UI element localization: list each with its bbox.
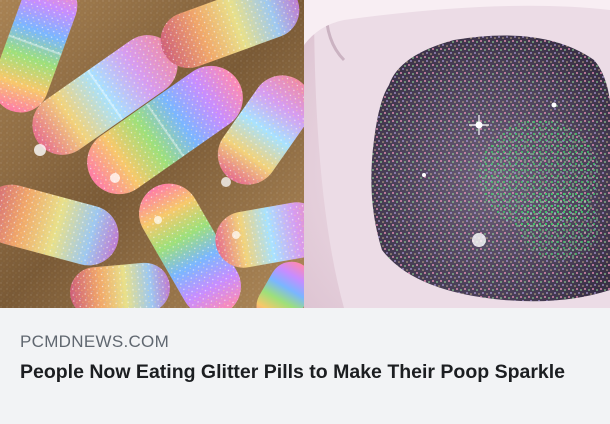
- link-preview-card[interactable]: PCMDNEWS.COM People Now Eating Glitter P…: [0, 0, 610, 424]
- link-preview-caption[interactable]: PCMDNEWS.COM People Now Eating Glitter P…: [0, 308, 610, 424]
- article-headline[interactable]: People Now Eating Glitter Pills to Make …: [20, 358, 595, 387]
- glitter-toilet-photo: [304, 0, 610, 308]
- source-domain: PCMDNEWS.COM: [20, 332, 170, 351]
- preview-image-row[interactable]: [0, 0, 610, 308]
- glitter-pills-photo: [0, 0, 304, 308]
